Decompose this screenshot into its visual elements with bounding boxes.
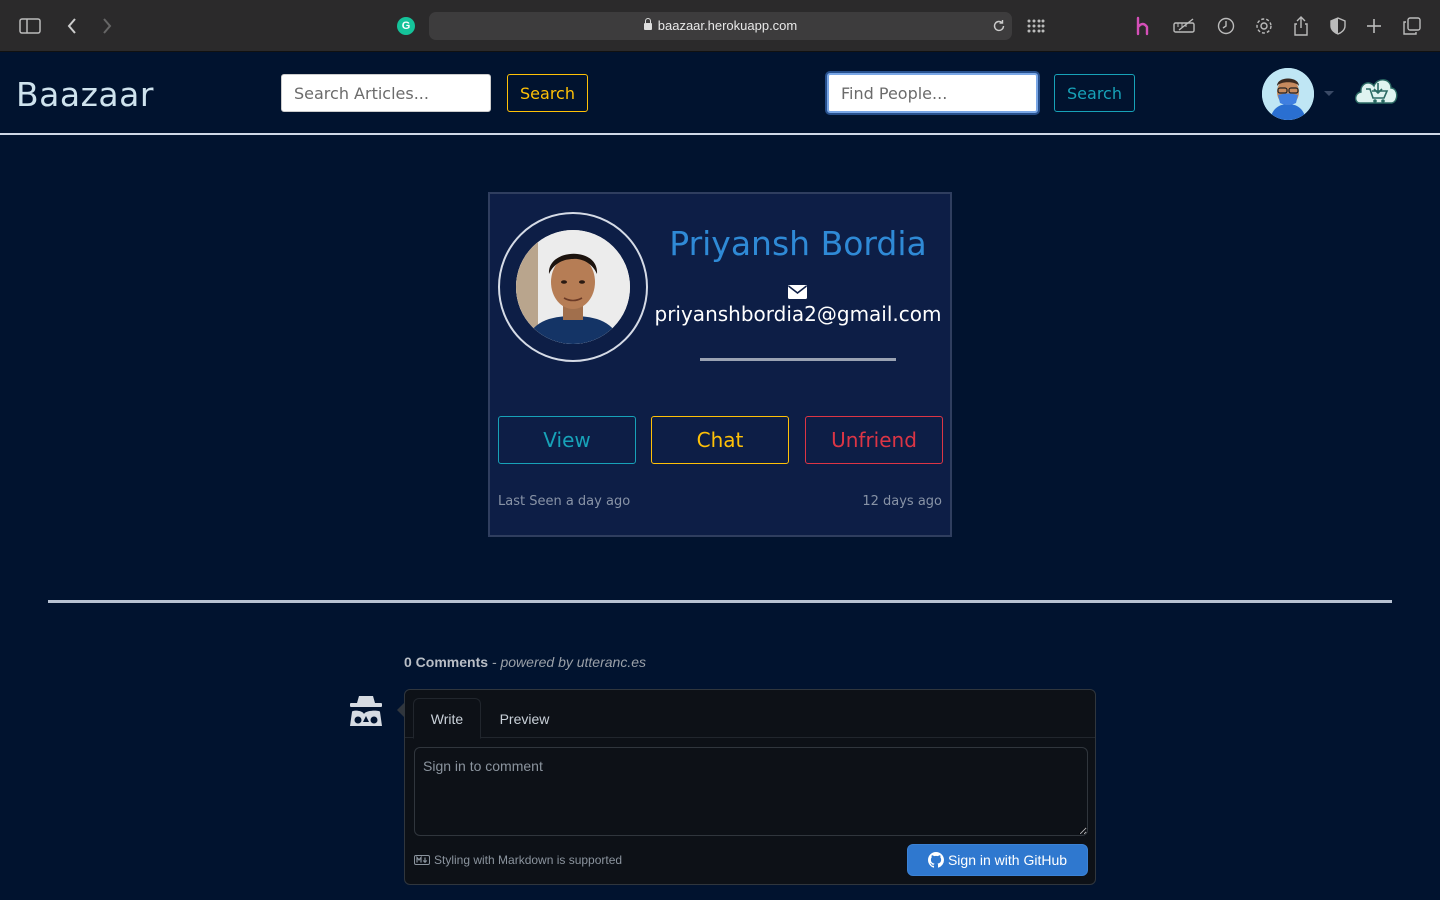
chat-button[interactable]: Chat bbox=[651, 416, 789, 464]
history-clock-icon[interactable] bbox=[1214, 14, 1238, 38]
markdown-note: Styling with Markdown is supported bbox=[414, 853, 622, 867]
profile-photo bbox=[516, 230, 630, 344]
markdown-icon bbox=[414, 855, 430, 865]
profile-photo-frame bbox=[498, 212, 648, 362]
url-text: baazaar.herokuapp.com bbox=[657, 18, 798, 33]
brand-logo-text[interactable]: Baazaar bbox=[16, 75, 154, 114]
user-avatar[interactable] bbox=[1262, 68, 1314, 120]
unfriend-button[interactable]: Unfriend bbox=[805, 416, 943, 464]
tab-write[interactable]: Write bbox=[413, 698, 481, 739]
extension-ruler-icon[interactable] bbox=[1172, 14, 1196, 38]
search-articles-input[interactable] bbox=[281, 74, 491, 112]
back-chevron-icon[interactable] bbox=[60, 14, 84, 38]
profile-email: priyanshbordia2@gmail.com bbox=[654, 302, 942, 326]
new-tab-plus-icon[interactable] bbox=[1362, 14, 1386, 38]
privacy-shield-icon[interactable] bbox=[1326, 14, 1350, 38]
comments-header: 0 Comments - powered by utteranc.es bbox=[404, 654, 646, 670]
browser-toolbar: G baazaar.herokuapp.com bbox=[0, 0, 1440, 52]
sidebar-toggle-icon[interactable] bbox=[18, 14, 42, 38]
grammarly-letter: G bbox=[401, 20, 411, 32]
anonymous-icon bbox=[346, 692, 386, 732]
find-people-input[interactable] bbox=[827, 73, 1038, 113]
tab-overview-icon[interactable] bbox=[1400, 14, 1424, 38]
view-profile-button[interactable]: View bbox=[498, 416, 636, 464]
section-divider bbox=[48, 600, 1392, 603]
profile-name: Priyansh Bordia bbox=[669, 224, 927, 263]
markdown-note-text: Styling with Markdown is supported bbox=[434, 853, 623, 867]
share-icon[interactable] bbox=[1289, 14, 1313, 38]
site-navbar: Baazaar Search Search bbox=[0, 53, 1440, 135]
grid-icon[interactable] bbox=[1024, 14, 1048, 38]
comments-count: 0 Comments bbox=[404, 654, 489, 670]
avatar-dropdown-caret-icon[interactable] bbox=[1324, 91, 1334, 96]
card-divider bbox=[700, 358, 896, 361]
reload-icon[interactable] bbox=[992, 18, 1006, 37]
url-display: baazaar.herokuapp.com bbox=[429, 12, 1012, 40]
powered-by-link[interactable]: - powered by utteranc.es bbox=[492, 654, 646, 670]
comment-textarea[interactable] bbox=[414, 747, 1088, 836]
grammarly-icon[interactable]: G bbox=[397, 17, 415, 35]
forward-chevron-icon[interactable] bbox=[95, 14, 119, 38]
settings-gear-icon[interactable] bbox=[1252, 14, 1276, 38]
last-seen-text: Last Seen a day ago bbox=[498, 494, 631, 509]
tab-preview[interactable]: Preview bbox=[487, 698, 562, 739]
search-articles-button[interactable]: Search bbox=[507, 74, 588, 112]
friends-since-text: 12 days ago bbox=[862, 494, 942, 509]
envelope-icon bbox=[788, 284, 807, 299]
editor-tabs: Write Preview bbox=[405, 690, 1095, 739]
search-people-button[interactable]: Search bbox=[1054, 74, 1135, 112]
comment-editor: Write Preview Styling with Markdown is s… bbox=[397, 689, 1096, 885]
honey-extension-icon[interactable] bbox=[1131, 14, 1155, 38]
address-bar[interactable]: baazaar.herokuapp.com bbox=[429, 12, 1012, 40]
sign-in-github-button[interactable]: Sign in with GitHub bbox=[907, 844, 1088, 876]
lock-icon bbox=[643, 18, 652, 30]
github-icon bbox=[927, 852, 944, 868]
friend-profile-card: Priyansh Bordia priyanshbordia2@gmail.co… bbox=[488, 192, 952, 537]
sign-in-github-label: Sign in with GitHub bbox=[947, 852, 1068, 868]
cloud-cart-logo-icon[interactable] bbox=[1352, 71, 1400, 115]
